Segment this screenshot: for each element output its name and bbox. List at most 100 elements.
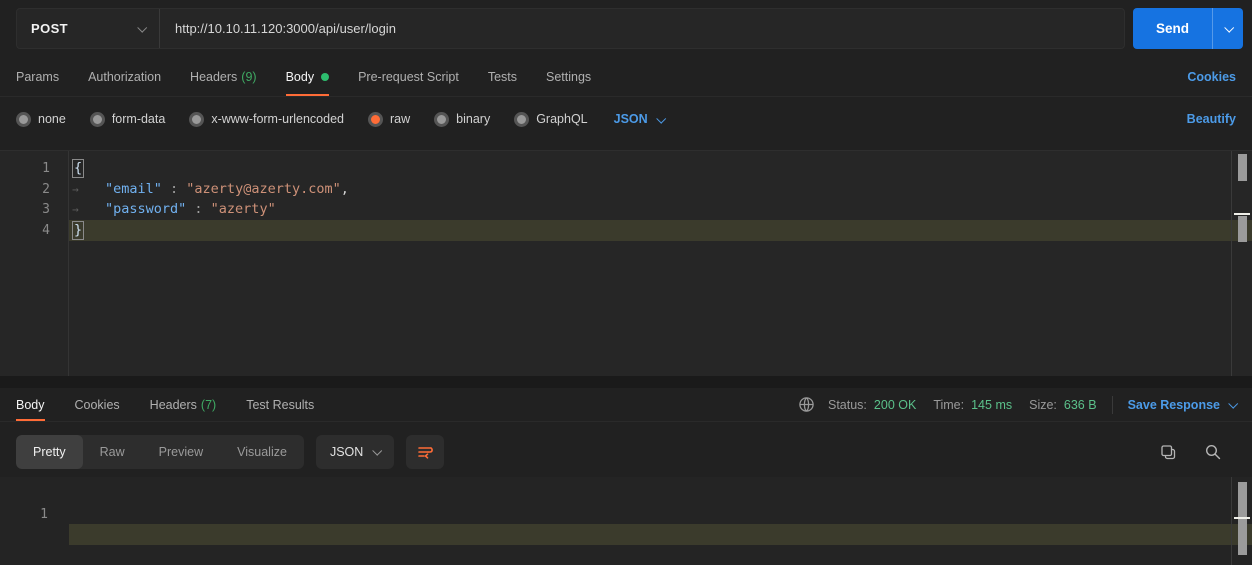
language-label: JSON	[330, 445, 363, 459]
save-response-label: Save Response	[1128, 398, 1220, 412]
bodytype-raw[interactable]: raw	[368, 112, 410, 127]
view-label: Visualize	[237, 445, 287, 459]
save-response-button[interactable]: Save Response	[1128, 398, 1236, 412]
radio-label: raw	[390, 112, 410, 126]
response-line-2: eyJfaWQiOiI2MjBlY2Y2Y2FiMjEyYzA0NjE1Yjdm…	[0, 504, 1252, 525]
status-value: 200 OK	[874, 398, 916, 412]
time-label: Time:	[933, 398, 964, 412]
radio-icon	[189, 112, 204, 127]
tab-params[interactable]: Params	[16, 58, 59, 96]
tab-indent-arrow: →	[72, 179, 105, 200]
request-tabs: Params Authorization Headers (9) Body Pr…	[0, 58, 1252, 97]
meta-divider	[1112, 396, 1113, 414]
status-label: Status:	[828, 398, 867, 412]
body-modified-dot	[321, 73, 329, 81]
scrollbar-thumb[interactable]	[1238, 216, 1247, 242]
send-label: Send	[1156, 21, 1189, 36]
beautify-link[interactable]: Beautify	[1187, 112, 1236, 126]
url-text: http://10.10.11.120:3000/api/user/login	[175, 21, 396, 36]
search-icon[interactable]	[1204, 443, 1222, 461]
json-separator: :	[186, 201, 210, 217]
response-tab-body[interactable]: Body	[16, 388, 45, 421]
active-line-highlight	[69, 524, 1252, 545]
view-segmented-control: Pretty Raw Preview Visualize	[16, 435, 304, 469]
json-value: "azerty@azerty.com"	[186, 181, 340, 197]
send-options-button[interactable]	[1213, 8, 1243, 49]
wrap-lines-button[interactable]	[406, 435, 444, 469]
chevron-down-icon	[1224, 23, 1234, 33]
bodytype-form-data[interactable]: form-data	[90, 112, 166, 127]
radio-selected-icon	[368, 112, 383, 127]
scrollbar-thumb[interactable]	[1238, 154, 1247, 181]
send-button[interactable]: Send	[1133, 8, 1213, 49]
response-body-viewer[interactable]: 1 eyJhbGciOiJIUzI1NiIsInR5cCI6IkpXVCJ9. …	[0, 477, 1252, 565]
tab-authorization[interactable]: Authorization	[88, 58, 161, 96]
open-brace: {	[72, 159, 84, 178]
method-url-group: POST http://10.10.11.120:3000/api/user/l…	[16, 8, 1125, 49]
json-key: "password"	[105, 201, 186, 217]
tab-label: Cookies	[75, 398, 120, 412]
response-meta: Status: 200 OK Time: 145 ms Size: 636 B …	[798, 396, 1236, 414]
tab-label: Settings	[546, 70, 591, 84]
tab-label: Body	[16, 398, 45, 412]
network-globe-icon[interactable]	[798, 396, 815, 413]
radio-label: none	[38, 112, 66, 126]
size-label: Size:	[1029, 398, 1057, 412]
tab-label: Tests	[488, 70, 517, 84]
radio-icon	[90, 112, 105, 127]
wrap-lines-icon	[416, 443, 434, 461]
response-tab-test-results[interactable]: Test Results	[246, 388, 314, 421]
pane-divider[interactable]	[0, 376, 1252, 388]
tab-headers[interactable]: Headers (9)	[190, 58, 257, 96]
radio-label: form-data	[112, 112, 166, 126]
chevron-down-icon	[656, 113, 666, 123]
cursor-position-marker	[1234, 213, 1250, 215]
tab-tests[interactable]: Tests	[488, 58, 517, 96]
response-scrollbar[interactable]	[1231, 477, 1252, 565]
tab-label: Pre-request Script	[358, 70, 459, 84]
view-label: Raw	[100, 445, 125, 459]
radio-label: x-www-form-urlencoded	[211, 112, 344, 126]
tab-settings[interactable]: Settings	[546, 58, 591, 96]
response-tab-cookies[interactable]: Cookies	[75, 388, 120, 421]
language-label: JSON	[614, 112, 648, 126]
tab-body[interactable]: Body	[286, 58, 330, 96]
tab-pre-request-script[interactable]: Pre-request Script	[358, 58, 459, 96]
radio-icon	[514, 112, 529, 127]
chevron-down-icon	[1228, 399, 1238, 409]
view-raw[interactable]: Raw	[83, 435, 142, 469]
response-header: Body Cookies Headers (7) Test Results St…	[0, 388, 1252, 422]
raw-language-selector[interactable]: JSON	[614, 112, 664, 126]
request-body-editor[interactable]: 1 { 2 →"email" : "azerty@azerty.com", 3 …	[0, 150, 1252, 377]
response-actions	[1159, 443, 1222, 461]
postman-window: POST http://10.10.11.120:3000/api/user/l…	[0, 0, 1252, 565]
tab-label: Body	[286, 70, 315, 84]
cursor-position-marker	[1234, 517, 1250, 519]
bodytype-x-www-form-urlencoded[interactable]: x-www-form-urlencoded	[189, 112, 344, 127]
cookies-link[interactable]: Cookies	[1187, 70, 1236, 84]
view-label: Pretty	[33, 445, 66, 459]
response-language-selector[interactable]: JSON	[316, 435, 394, 469]
request-url-bar: POST http://10.10.11.120:3000/api/user/l…	[16, 8, 1243, 49]
bodytype-none[interactable]: none	[16, 112, 66, 127]
time-value: 145 ms	[971, 398, 1012, 412]
response-tab-headers[interactable]: Headers (7)	[150, 388, 217, 421]
editor-line-4-active: 4 }	[0, 220, 1252, 241]
bodytype-graphql[interactable]: GraphQL	[514, 112, 587, 127]
headers-count: (9)	[241, 70, 256, 84]
method-label: POST	[31, 21, 68, 36]
line-number: 1	[0, 158, 50, 179]
tab-label: Headers	[150, 398, 197, 412]
chevron-down-icon	[373, 446, 383, 456]
url-input[interactable]: http://10.10.11.120:3000/api/user/login	[160, 9, 1124, 48]
view-pretty[interactable]: Pretty	[16, 435, 83, 469]
response-toolbar: Pretty Raw Preview Visualize JSON	[0, 433, 1252, 470]
copy-icon[interactable]	[1159, 443, 1177, 461]
view-preview[interactable]: Preview	[142, 435, 220, 469]
line-number: 4	[0, 220, 50, 241]
method-selector[interactable]: POST	[17, 9, 160, 48]
editor-scrollbar[interactable]	[1231, 151, 1252, 377]
tab-label: Headers	[190, 70, 237, 84]
view-visualize[interactable]: Visualize	[220, 435, 304, 469]
bodytype-binary[interactable]: binary	[434, 112, 490, 127]
